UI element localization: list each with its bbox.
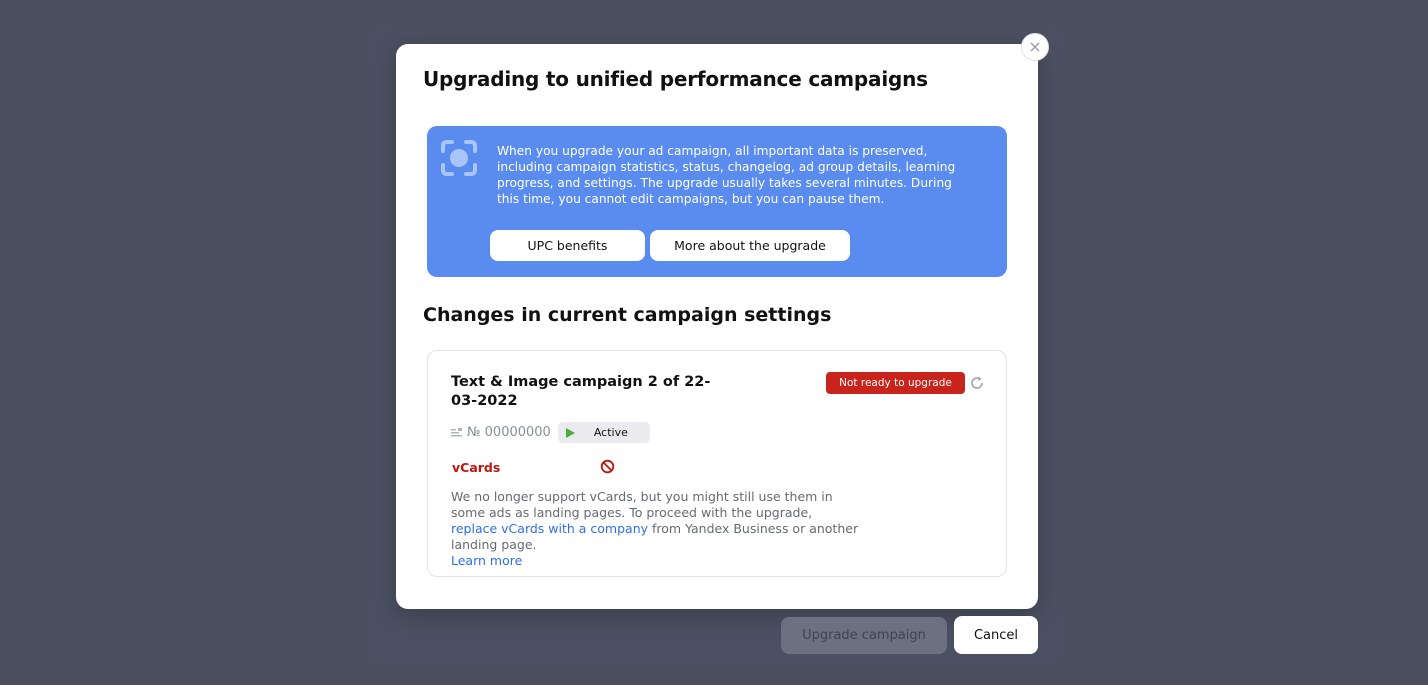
- vcards-text-before: We no longer support vCards, but you mig…: [451, 489, 833, 520]
- info-banner: When you upgrade your ad campaign, all i…: [427, 126, 1007, 277]
- dialog-title: Upgrading to unified performance campaig…: [423, 67, 928, 91]
- campaign-state: Active: [557, 422, 650, 443]
- status-badge: Not ready to upgrade: [826, 372, 965, 394]
- list-icon: [451, 427, 462, 436]
- campaign-id: № 00000000: [467, 425, 551, 440]
- banner-text: When you upgrade your ad campaign, all i…: [497, 144, 956, 206]
- state-label: Active: [593, 426, 628, 439]
- upgrade-campaign-button[interactable]: Upgrade campaign: [781, 617, 947, 654]
- upgrade-dialog: Upgrading to unified performance campaig…: [396, 44, 1038, 609]
- close-icon: [1030, 42, 1040, 52]
- learn-more-link[interactable]: Learn more: [451, 553, 522, 568]
- campaign-meta: № 00000000 Active: [451, 422, 650, 443]
- refresh-icon[interactable]: [969, 375, 985, 391]
- vcards-label: vCards: [452, 460, 501, 475]
- play-icon: [565, 427, 575, 438]
- vcards-description: We no longer support vCards, but you mig…: [451, 489, 861, 569]
- cancel-button[interactable]: Cancel: [954, 616, 1038, 654]
- ban-icon: [600, 459, 615, 474]
- campaign-name: Text & Image campaign 2 of 22-03-2022: [451, 374, 711, 409]
- upc-benefits-button[interactable]: UPC benefits: [490, 230, 645, 261]
- close-button[interactable]: [1021, 33, 1049, 61]
- campaign-card: Text & Image campaign 2 of 22-03-2022 No…: [427, 350, 1007, 577]
- more-about-upgrade-button[interactable]: More about the upgrade: [650, 230, 850, 261]
- focus-target-icon: [441, 140, 477, 176]
- section-title: Changes in current campaign settings: [423, 304, 832, 326]
- replace-vcards-link[interactable]: replace vCards with a company: [451, 521, 648, 536]
